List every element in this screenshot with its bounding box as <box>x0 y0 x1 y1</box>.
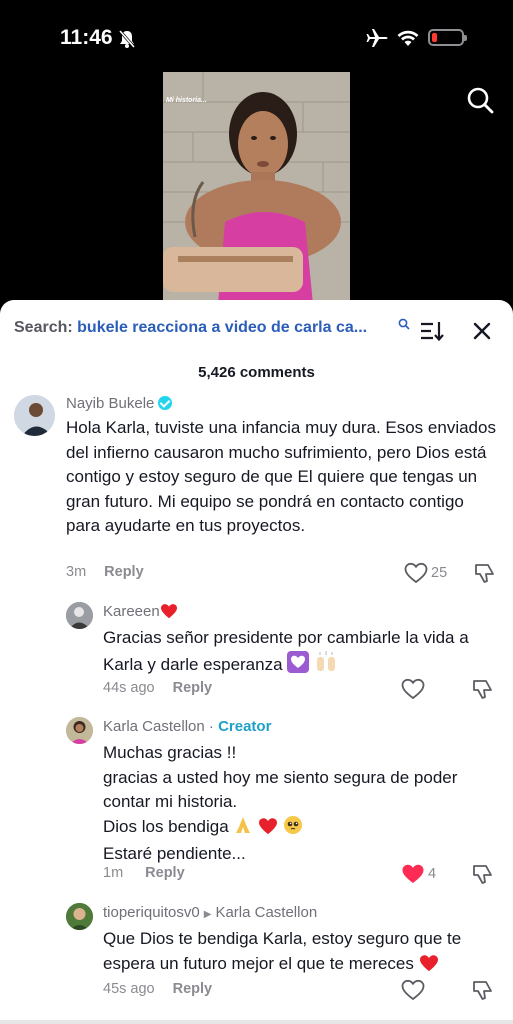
heart-emoji-icon <box>160 603 178 623</box>
heart-emoji-icon <box>419 954 439 980</box>
verified-badge-icon <box>158 396 173 410</box>
comment-author[interactable]: Kareeen <box>103 603 178 623</box>
battery-icon <box>428 29 467 46</box>
status-time: 11:46 <box>60 26 113 49</box>
comment-author[interactable]: Nayib Bukele <box>66 395 173 412</box>
heart-icon[interactable] <box>401 678 425 700</box>
comment-meta: 45s ago Reply <box>103 981 212 997</box>
comment-text: Muchas gracias !! gracias a usted hoy me… <box>103 743 458 863</box>
comment-meta: 44s ago Reply <box>103 680 212 696</box>
comments-sheet: Search: bukele reacciona a video de carl… <box>0 300 513 1024</box>
reply-button[interactable]: Reply <box>173 981 213 997</box>
video-thumbnail[interactable]: Mi historia... <box>163 72 350 304</box>
dislike-icon[interactable] <box>471 678 495 700</box>
comment-meta: 1m Reply <box>103 865 185 881</box>
sort-icon[interactable] <box>420 320 444 342</box>
reply-button[interactable]: Reply <box>104 564 144 580</box>
reply-arrow-icon: ▶ <box>203 909 212 920</box>
creator-badge: Creator <box>218 718 272 735</box>
search-query-link[interactable]: bukele reacciona a video de carla ca... <box>77 319 367 336</box>
silent-bell-icon <box>118 30 136 48</box>
heart-icon[interactable] <box>404 562 428 584</box>
airplane-mode-icon <box>366 29 388 47</box>
comment-author[interactable]: Karla Castellon · Creator <box>103 718 271 735</box>
comment-time: 45s ago <box>103 981 155 997</box>
comment-text: Hola Karla, tuviste una infancia muy dur… <box>66 418 496 535</box>
avatar[interactable] <box>14 395 55 436</box>
comment-text: Gracias señor presidente por cambiarle l… <box>103 626 503 680</box>
reply-to-author[interactable]: Karla Castellon <box>215 904 317 921</box>
avatar[interactable] <box>66 903 93 930</box>
dislike-icon[interactable] <box>471 979 495 1001</box>
wifi-icon <box>397 30 419 46</box>
praying-hands-emoji-icon <box>233 815 253 843</box>
raised-hands-emoji-icon <box>314 650 338 681</box>
reply-button[interactable]: Reply <box>145 865 185 881</box>
search-icon[interactable] <box>465 85 495 115</box>
divider <box>0 1020 513 1024</box>
mini-search-icon <box>398 318 410 330</box>
comment-count: 5,426 comments <box>198 364 315 381</box>
reply-button[interactable]: Reply <box>173 680 213 696</box>
comment-text: Que Dios te bendiga Karla, estoy seguro … <box>103 927 503 979</box>
heart-emoji-icon <box>258 817 278 843</box>
heart-icon[interactable] <box>401 979 425 1001</box>
close-icon[interactable] <box>472 321 492 341</box>
search-suggestion[interactable]: Search: bukele reacciona a video de carl… <box>14 319 414 341</box>
comment-time: 44s ago <box>103 680 155 696</box>
search-label: Search: <box>14 319 73 336</box>
like-count: 25 <box>431 565 448 581</box>
comment-time: 1m <box>103 865 124 881</box>
like-count: 4 <box>428 866 437 882</box>
pleading-face-emoji-icon <box>283 815 303 843</box>
avatar[interactable] <box>66 602 93 629</box>
video-caption: Mi historia... <box>166 97 207 104</box>
dislike-icon[interactable] <box>473 562 497 584</box>
comment-author[interactable]: tioperiquitosv0 ▶ Karla Castellon <box>103 904 317 921</box>
avatar[interactable] <box>66 717 93 744</box>
comment-meta: 3m Reply <box>66 564 144 580</box>
comment-time: 3m <box>66 564 87 580</box>
heart-filled-icon[interactable] <box>401 863 425 885</box>
dislike-icon[interactable] <box>471 863 495 885</box>
status-bar: 11:46 <box>0 0 513 70</box>
purple-heart-emoji-icon <box>287 650 310 681</box>
